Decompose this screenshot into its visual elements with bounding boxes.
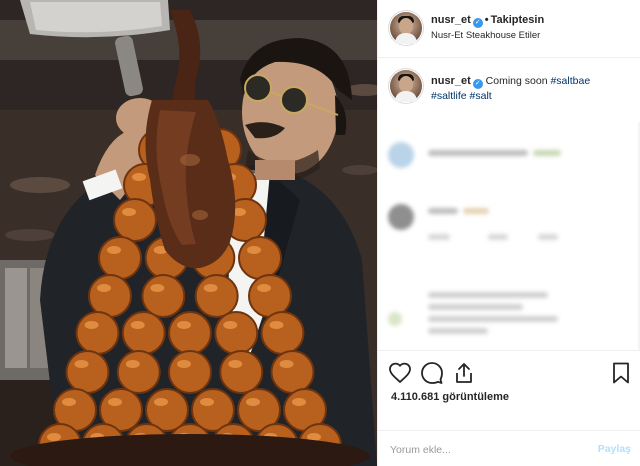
hashtag-link[interactable]: #salt [470,90,492,102]
header-username[interactable]: nusr_et [431,14,471,26]
view-count[interactable]: 4.110.681 görüntüleme [391,391,509,403]
separator-dot: • [484,14,489,26]
post-media[interactable] [0,0,377,466]
post-comment-button[interactable]: Paylaş [598,443,631,455]
caption-username[interactable]: nusr_et [431,75,471,87]
post-header: nusr_et ✓ • Takiptesin Nusr-Et Steakhouse E… [378,0,640,58]
profile-avatar[interactable] [390,12,422,44]
share-arrow-icon[interactable] [452,361,476,385]
hashtag-link[interactable]: #saltbae [550,75,590,87]
comments-list [378,122,640,350]
bookmark-icon[interactable] [609,361,633,385]
heart-icon[interactable] [388,361,412,385]
post-caption: nusr_et ✓ Coming soon #saltbae #saltlife … [378,58,640,122]
verified-badge-icon: ✓ [472,79,483,89]
speech-bubble-icon[interactable] [420,361,444,385]
post-location[interactable]: Nusr-Et Steakhouse Etiler [431,30,540,41]
follow-status-button[interactable]: Takiptesin [491,14,545,26]
caption-body: Coming soon [485,75,548,87]
comment-input[interactable] [390,441,580,459]
header-line: nusr_et ✓ • Takiptesin [431,14,544,28]
verified-badge-icon: ✓ [472,18,483,28]
post-actions: 4.110.681 görüntüleme [378,350,640,420]
comment-avatar [388,312,402,326]
comment-avatar [388,204,414,230]
post-sidebar: nusr_et ✓ • Takiptesin Nusr-Et Steakhouse E… [377,0,640,466]
hashtag-link[interactable]: #saltlife [431,90,467,102]
post-photo [0,0,377,466]
caption-text: nusr_et ✓ Coming soon #saltbae #saltlife … [431,74,626,104]
add-comment-form: Paylaş [378,430,640,466]
comment-avatar [388,142,414,168]
caption-avatar[interactable] [390,70,422,102]
